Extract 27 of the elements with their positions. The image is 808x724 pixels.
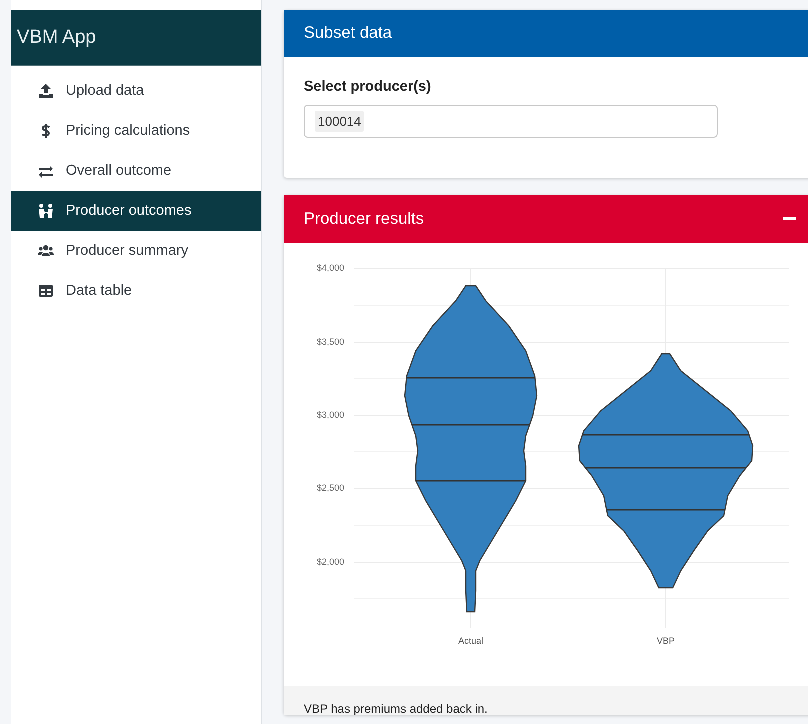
card-title: Subset data [304, 24, 392, 43]
axis-tick-label: $3,000 [317, 410, 345, 420]
category-label: Actual [457, 636, 484, 646]
card-title: Producer results [304, 210, 424, 228]
app-title: VBM App [11, 10, 261, 66]
users-icon [38, 245, 54, 256]
field-label: Select producer(s) [304, 79, 432, 95]
selected-tag[interactable]: 100014 [315, 111, 364, 132]
sidebar-item[interactable]: Data table [11, 271, 261, 311]
minus-icon [783, 217, 796, 220]
chart-note: VBP has premiums added back in. [304, 702, 488, 716]
upload-icon [39, 84, 53, 98]
dollar-icon [42, 124, 50, 138]
axis-tick-label: $2,500 [317, 483, 345, 493]
category-label: VBP [656, 636, 676, 646]
sidebar-item[interactable]: Pricing calculations [11, 111, 261, 151]
sidebar-item[interactable]: Upload data [11, 71, 261, 111]
axis-tick-label: $3,500 [317, 337, 345, 347]
sidebar-item[interactable]: Overall outcome [11, 151, 261, 191]
axis-tick-label: $4,000 [317, 263, 345, 273]
people-arrows-icon [39, 204, 53, 218]
axis-tick-label: $2,000 [317, 557, 345, 567]
table-icon [39, 285, 53, 297]
sidebar-item[interactable]: Producer summary [11, 231, 261, 271]
sidebar-item[interactable]: Producer outcomes [11, 191, 261, 231]
select-field[interactable]: 100014 [304, 105, 718, 138]
exchange-arrows-icon [39, 166, 53, 178]
